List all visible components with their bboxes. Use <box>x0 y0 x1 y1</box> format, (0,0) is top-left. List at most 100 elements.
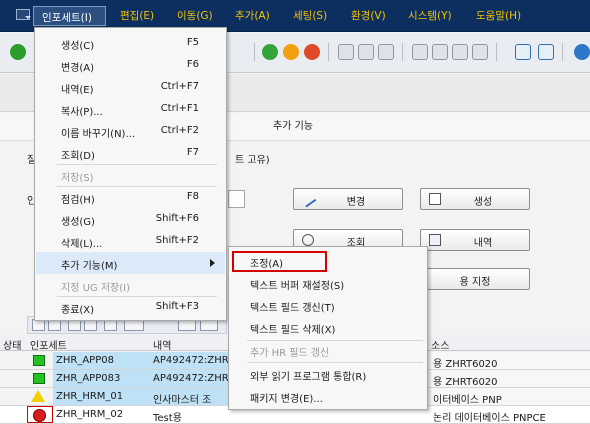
menu-item-label: 조회(D) <box>61 151 95 162</box>
infoset-cell: ZHR_HRM_02 <box>53 406 151 423</box>
assign-button-label: 용 지정 <box>459 277 491 288</box>
create-button-label: 생성 <box>473 197 493 208</box>
first-page-icon[interactable] <box>412 44 428 60</box>
status-green-icon <box>33 355 45 366</box>
submenu-arrow-icon <box>210 259 215 267</box>
submenu-item-update-hr-fields[interactable]: 추가 HR 필드 갱신 <box>230 340 426 362</box>
infoset-input[interactable] <box>228 190 245 208</box>
source-cell: 용 ZHRT6020 <box>431 370 590 387</box>
column-source[interactable]: 소스 <box>431 337 449 352</box>
additional-functions-submenu: 조정(A) 텍스트 버퍼 재설정(S) 텍스트 필드 갱신(T) 텍스트 필드 … <box>228 246 428 410</box>
status-green-icon <box>33 373 45 384</box>
menu-edit[interactable]: 편집(E) <box>120 8 154 23</box>
menu-item-label: 이름 바꾸기(N)... <box>61 129 135 140</box>
menu-item-save[interactable]: 저장(S) <box>36 164 225 186</box>
submenu-item-update-text-fields[interactable]: 텍스트 필드 갱신(T) <box>230 295 426 317</box>
submenu-item-label: 텍스트 필드 갱신(T) <box>250 303 335 314</box>
additional-functions-label[interactable]: 추가 기능 <box>273 117 313 132</box>
menu-item-save-ug[interactable]: 지정 UG 저장(I) <box>36 274 225 296</box>
menu-item-create[interactable]: 생성(C) F5 <box>36 32 225 54</box>
menu-item-shortcut: Shift+F6 <box>155 213 199 224</box>
menu-item-shortcut: Shift+F3 <box>155 301 199 312</box>
menu-settings[interactable]: 세팅(S) <box>293 8 327 23</box>
column-description[interactable]: 내역 <box>153 337 171 352</box>
column-status[interactable]: 상태 <box>3 337 21 352</box>
submenu-item-delete-text-fields[interactable]: 텍스트 필드 삭제(X) <box>230 317 426 339</box>
menu-item-label: 저장(S) <box>61 173 94 184</box>
menu-item-rename[interactable]: 이름 바꾸기(N)... Ctrl+F2 <box>36 120 225 142</box>
menu-item-display[interactable]: 조회(D) F7 <box>36 142 225 164</box>
last-page-icon[interactable] <box>472 44 488 60</box>
find-next-icon[interactable] <box>378 44 394 60</box>
shortcut-icon[interactable] <box>538 44 554 60</box>
description-button[interactable]: 내역 <box>420 229 530 251</box>
help-icon[interactable] <box>574 44 590 60</box>
menu-infoset-label: 인포세트(I) <box>42 12 92 24</box>
menu-item-shortcut: F5 <box>186 37 199 48</box>
submenu-item-label: 텍스트 필드 삭제(X) <box>250 325 336 336</box>
next-page-icon[interactable] <box>452 44 468 60</box>
toolbar-separator <box>254 43 255 61</box>
enter-icon[interactable] <box>10 44 26 60</box>
infoset-cell: ZHR_APP08 <box>53 352 151 369</box>
menu-item-exit[interactable]: 종료(X) Shift+F3 <box>36 296 225 318</box>
toolbar-separator <box>562 43 563 61</box>
cancel-icon[interactable] <box>304 44 320 60</box>
previous-page-icon[interactable] <box>432 44 448 60</box>
menu-item-shortcut: Ctrl+F7 <box>160 81 199 92</box>
menu-item-change[interactable]: 변경(A) F6 <box>36 54 225 76</box>
system-menu-icon[interactable] <box>16 9 31 20</box>
submenu-item-label: 텍스트 버퍼 재설정(S) <box>250 281 345 292</box>
menu-item-label: 생성(C) <box>61 41 95 52</box>
menu-infoset[interactable]: 인포세트(I) <box>33 6 106 26</box>
menu-item-shortcut: Ctrl+F2 <box>160 125 199 136</box>
column-infoset[interactable]: 인포세트 <box>30 337 67 352</box>
infoset-cell: ZHR_HRM_01 <box>53 388 151 405</box>
hint-text: 트 고유) <box>235 155 270 166</box>
menu-item-description[interactable]: 내역(E) Ctrl+F7 <box>36 76 225 98</box>
menu-item-delete[interactable]: 삭제(L)... Shift+F2 <box>36 230 225 252</box>
submenu-item-change-package[interactable]: 패키지 변경(E)... <box>230 386 426 408</box>
menu-item-label: 삭제(L)... <box>61 239 103 250</box>
status-cell <box>27 352 53 369</box>
find-icon[interactable] <box>358 44 374 60</box>
print-icon[interactable] <box>338 44 354 60</box>
description-cell: Test용 <box>151 406 231 423</box>
assign-button[interactable]: 용 지정 <box>420 268 530 290</box>
exit-icon[interactable] <box>283 44 299 60</box>
submenu-item-reset-text-buffer[interactable]: 텍스트 버퍼 재설정(S) <box>230 273 426 295</box>
menu-item-check[interactable]: 점검(H) F8 <box>36 186 225 208</box>
new-session-icon[interactable] <box>515 44 531 60</box>
menu-item-copy[interactable]: 복사(P)... Ctrl+F1 <box>36 98 225 120</box>
menu-system[interactable]: 시스템(Y) <box>408 8 452 23</box>
submenu-item-integrate-external-program[interactable]: 외부 읽기 프로그램 통합(R) <box>230 364 426 386</box>
create-button[interactable]: 생성 <box>420 188 530 210</box>
highlight-box <box>232 251 327 272</box>
description-button-label: 내역 <box>473 238 493 249</box>
menu-item-generate[interactable]: 생성(G) Shift+F6 <box>36 208 225 230</box>
status-cell <box>27 406 53 423</box>
toolbar-separator <box>496 43 497 61</box>
menu-help[interactable]: 도움말(H) <box>476 8 521 23</box>
submenu-item-label: 추가 HR 필드 갱신 <box>250 348 330 359</box>
menu-item-label: 생성(G) <box>61 217 95 228</box>
back-icon[interactable] <box>262 44 278 60</box>
status-cell <box>27 370 53 387</box>
menu-item-shortcut: F6 <box>186 59 199 70</box>
change-button-label: 변경 <box>346 197 366 208</box>
menu-item-shortcut: F7 <box>186 147 199 158</box>
toolbar-separator <box>328 43 329 61</box>
toolbar-separator <box>402 43 403 61</box>
menu-item-shortcut: Shift+F2 <box>155 235 199 246</box>
description-cell: 인사마스터 조 <box>151 388 231 405</box>
description-cell: AP492472:ZHR <box>151 352 231 369</box>
menu-item-additional-functions[interactable]: 추가 기능(M) <box>36 252 225 274</box>
menu-item-label: 점검(H) <box>61 195 95 206</box>
submenu-item-label: 외부 읽기 프로그램 통합(R) <box>250 372 367 383</box>
change-button[interactable]: 변경 <box>293 188 403 210</box>
status-cell <box>27 388 53 405</box>
menu-item-shortcut: F8 <box>186 191 199 202</box>
menu-goto[interactable]: 이동(G) <box>177 8 213 23</box>
menu-extras[interactable]: 추가(A) <box>235 8 270 23</box>
menu-environment[interactable]: 환경(V) <box>351 8 386 23</box>
